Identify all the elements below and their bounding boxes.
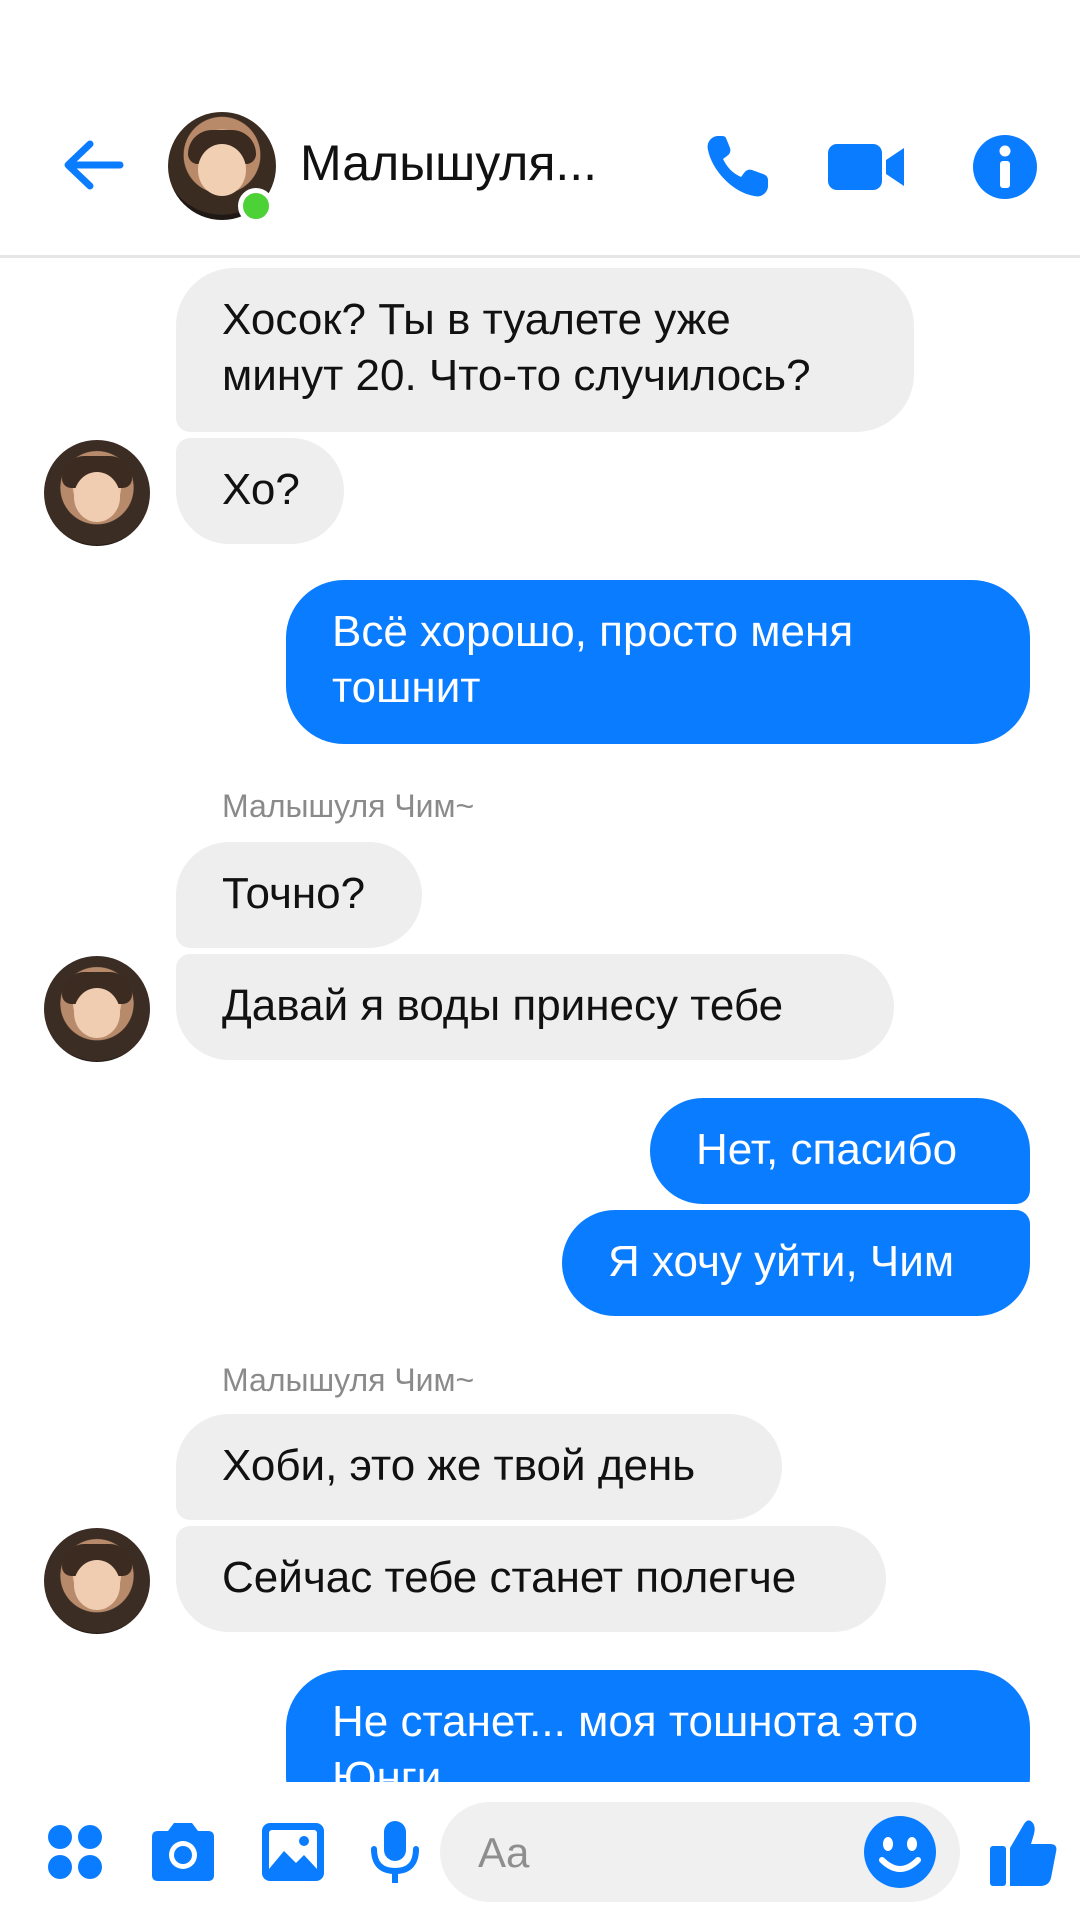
sender-name-label: Малышуля Чим~: [222, 1362, 475, 1398]
message-bubble-incoming[interactable]: Хо?: [176, 438, 344, 544]
apps-grid-icon: [48, 1825, 102, 1879]
sender-avatar[interactable]: [44, 440, 150, 546]
message-bubble-incoming[interactable]: Сейчас тебе станет полегче: [176, 1526, 886, 1632]
info-button[interactable]: [968, 130, 1042, 204]
message-bubble-outgoing[interactable]: Не станет... моя тошнота это Юнги: [286, 1670, 1030, 1782]
video-camera-icon: [828, 144, 904, 190]
thumbs-up-icon: [990, 1820, 1057, 1886]
phone-icon: [707, 136, 768, 197]
gallery-button[interactable]: [258, 1817, 328, 1887]
online-status-indicator: [238, 188, 274, 224]
chat-header: Малышуля...: [0, 0, 1080, 258]
gallery-image-icon: [262, 1823, 324, 1881]
message-bubble-incoming[interactable]: Хосок? Ты в туалете уже минут 20. Что-то…: [176, 268, 914, 432]
apps-button[interactable]: [40, 1817, 110, 1887]
message-bubble-outgoing[interactable]: Всё хорошо, просто меня тошнит: [286, 580, 1030, 744]
camera-button[interactable]: [146, 1817, 216, 1887]
message-bubble-incoming[interactable]: Давай я воды принесу тебе: [176, 954, 894, 1060]
call-button[interactable]: [700, 130, 774, 204]
emoji-button[interactable]: [860, 1812, 940, 1892]
info-icon: [973, 135, 1037, 199]
contact-name[interactable]: Малышуля...: [300, 134, 597, 192]
sender-avatar[interactable]: [44, 1528, 150, 1634]
composer-bar: [0, 1782, 1080, 1920]
message-bubble-incoming[interactable]: Точно?: [176, 842, 422, 948]
microphone-icon: [371, 1821, 419, 1883]
message-bubble-incoming[interactable]: Хоби, это же твой день: [176, 1414, 782, 1520]
video-call-button[interactable]: [826, 130, 904, 204]
emoji-icon: [864, 1816, 936, 1888]
message-input[interactable]: [476, 1824, 860, 1882]
back-button[interactable]: [58, 130, 128, 200]
camera-icon: [152, 1823, 214, 1881]
message-bubble-outgoing[interactable]: Я хочу уйти, Чим: [562, 1210, 1030, 1316]
arrow-left-icon: [64, 140, 124, 190]
sender-avatar[interactable]: [44, 956, 150, 1062]
message-list[interactable]: Хосок? Ты в туалете уже минут 20. Что-то…: [0, 258, 1080, 1782]
like-button[interactable]: [984, 1812, 1064, 1892]
voice-message-button[interactable]: [360, 1817, 430, 1887]
sender-name-label: Малышуля Чим~: [222, 788, 475, 824]
message-bubble-outgoing[interactable]: Нет, спасибо: [650, 1098, 1030, 1204]
